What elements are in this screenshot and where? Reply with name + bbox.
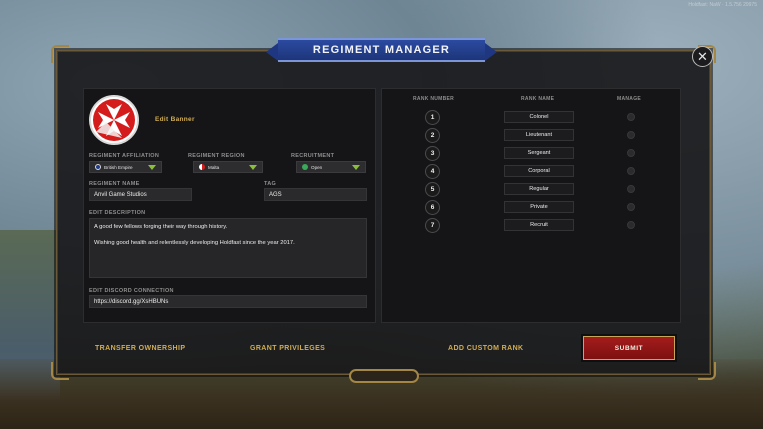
window-title: REGIMENT MANAGER [266, 38, 497, 62]
manage-toggle[interactable] [627, 167, 635, 175]
ornament-corner [51, 362, 69, 380]
chevron-down-icon [352, 165, 360, 170]
manage-toggle[interactable] [627, 113, 635, 121]
close-button[interactable]: ✕ [692, 46, 713, 67]
manage-header: MANAGE [617, 96, 642, 102]
transfer-ownership-button[interactable]: TRANSFER OWNERSHIP [95, 345, 185, 352]
rank-number: 1 [425, 110, 440, 125]
bottom-ornament [349, 369, 419, 383]
regiment-name-field[interactable]: Anvil Game Studios [89, 188, 192, 201]
grant-privileges-button[interactable]: GRANT PRIVILEGES [250, 345, 325, 352]
regiment-emblem[interactable] [89, 95, 139, 145]
chevron-down-icon [148, 165, 156, 170]
open-status-icon [302, 164, 308, 170]
affiliation-dropdown[interactable]: British Empire [89, 161, 162, 173]
regiment-name-label: REGIMENT NAME [89, 181, 140, 187]
rank-name-field[interactable]: Colonel [504, 111, 574, 123]
description-line: Wishing good health and relentlessly dev… [94, 240, 295, 246]
recruitment-value: Open [311, 164, 323, 170]
ornament-corner [698, 362, 716, 380]
manage-toggle[interactable] [627, 185, 635, 193]
maltese-cross-icon [93, 99, 135, 141]
rank-number: 2 [425, 128, 440, 143]
affiliation-value: British Empire [104, 164, 133, 170]
rank-number: 4 [425, 164, 440, 179]
description-field[interactable]: A good few fellows forging their way thr… [89, 218, 367, 278]
discord-label: EDIT DISCORD CONNECTION [89, 288, 174, 294]
union-flag-icon [95, 164, 101, 170]
region-value: Malta [208, 164, 220, 170]
discord-field[interactable]: https://discord.gg/XsHBUNs [89, 295, 367, 308]
version-text: Holdfast: NaW · 1.5.756 29975 [688, 2, 757, 8]
recruitment-label: RECRUITMENT [291, 153, 335, 159]
manage-toggle[interactable] [627, 203, 635, 211]
submit-button[interactable]: SUBMIT [583, 336, 675, 360]
recruitment-dropdown[interactable]: Open [296, 161, 366, 173]
region-label: REGIMENT REGION [188, 153, 245, 159]
add-custom-rank-button[interactable]: ADD CUSTOM RANK [448, 345, 523, 352]
tag-field[interactable]: AGS [264, 188, 367, 201]
description-line: A good few fellows forging their way thr… [94, 224, 228, 230]
rank-name-field[interactable]: Regular [504, 183, 574, 195]
rank-name-header: RANK NAME [521, 96, 555, 102]
rank-name-field[interactable]: Recruit [504, 219, 574, 231]
ornament-corner [51, 45, 69, 63]
malta-flag-icon [199, 164, 205, 170]
manage-toggle[interactable] [627, 131, 635, 139]
affiliation-label: REGIMENT AFFILIATION [89, 153, 160, 159]
rank-name-field[interactable]: Corporal [504, 165, 574, 177]
rank-number-header: RANK NUMBER [413, 96, 455, 102]
edit-banner-link[interactable]: Edit Banner [155, 116, 195, 123]
rank-number: 7 [425, 218, 440, 233]
rank-name-field[interactable]: Sergeant [504, 147, 574, 159]
manage-toggle[interactable] [627, 221, 635, 229]
region-dropdown[interactable]: Malta [193, 161, 263, 173]
manage-toggle[interactable] [627, 149, 635, 157]
rank-name-field[interactable]: Lieutenant [504, 129, 574, 141]
rank-number: 5 [425, 182, 440, 197]
rank-name-field[interactable]: Private [504, 201, 574, 213]
rank-number: 6 [425, 200, 440, 215]
description-label: EDIT DESCRIPTION [89, 210, 146, 216]
chevron-down-icon [249, 165, 257, 170]
tag-label: TAG [264, 181, 277, 187]
close-icon: ✕ [697, 48, 708, 64]
rank-number: 3 [425, 146, 440, 161]
